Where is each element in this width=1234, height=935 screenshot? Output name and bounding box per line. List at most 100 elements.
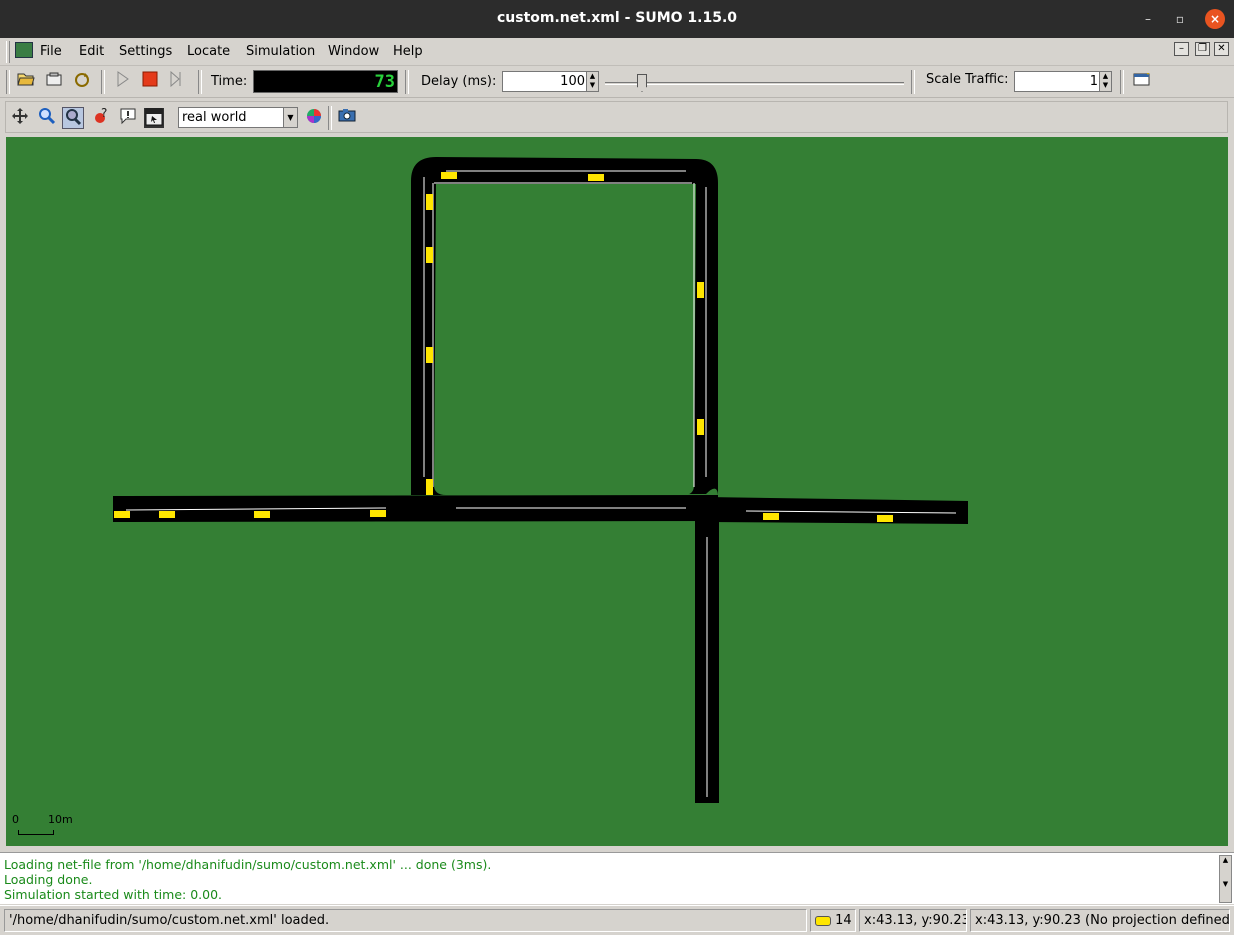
- toolbar-grip[interactable]: [6, 70, 10, 94]
- separator: [101, 70, 105, 94]
- simulation-toolbar: Time: 73 Delay (ms): ▲▼ Scale Traffic: ▲…: [0, 66, 1234, 98]
- vehicle[interactable]: [426, 479, 433, 495]
- separator: [328, 106, 332, 130]
- time-label: Time:: [211, 74, 248, 89]
- vehicle[interactable]: [426, 194, 433, 210]
- vehicle[interactable]: [426, 247, 433, 263]
- menu-file[interactable]: File: [40, 44, 62, 59]
- close-button[interactable]: ×: [1205, 9, 1225, 29]
- mdi-restore-button[interactable]: ❐: [1195, 42, 1210, 56]
- scale-traffic-label: Scale Traffic:: [926, 72, 1009, 87]
- menu-help-label: Help: [393, 44, 423, 59]
- cursor-geo-coords: x:43.13, y:90.23 (No projection defined): [970, 909, 1230, 932]
- slider-track: [605, 82, 904, 85]
- menu-window[interactable]: Window: [328, 44, 379, 59]
- loop-interior: [434, 184, 696, 495]
- scale-bar-line: [18, 830, 54, 835]
- reload-network-icon[interactable]: [43, 71, 65, 93]
- inspect-icon[interactable]: ?: [90, 106, 112, 129]
- step-icon[interactable]: [166, 70, 188, 93]
- scale-bar: 0 10m: [12, 813, 73, 839]
- vehicle-count-cell: 14: [810, 909, 856, 932]
- stop-icon[interactable]: [139, 71, 161, 93]
- menu-locate-label: Locate: [187, 44, 231, 59]
- menu-help[interactable]: Help: [393, 44, 423, 59]
- separator: [1120, 70, 1124, 94]
- log-line: Simulation started with time: 0.00.: [4, 887, 222, 902]
- vehicle[interactable]: [114, 511, 130, 518]
- minimize-button[interactable]: –: [1139, 10, 1157, 28]
- app-icon[interactable]: [15, 42, 33, 58]
- vehicle[interactable]: [697, 282, 704, 298]
- pan-icon[interactable]: [9, 107, 31, 129]
- window-title: custom.net.xml - SUMO 1.15.0: [496, 10, 738, 26]
- svg-text:?: ?: [101, 107, 107, 120]
- menu-settings[interactable]: Settings: [119, 44, 172, 59]
- vehicle[interactable]: [441, 172, 457, 179]
- menu-file-label: File: [40, 44, 62, 59]
- menu-edit[interactable]: Edit: [79, 44, 104, 59]
- vehicle[interactable]: [877, 515, 893, 522]
- time-value: 73: [374, 72, 395, 92]
- scale-bar-start: 0: [12, 813, 19, 826]
- color-wheel-icon[interactable]: [303, 107, 325, 129]
- chevron-down-icon[interactable]: ▼: [283, 108, 297, 127]
- scale-traffic-input[interactable]: [1015, 72, 1100, 91]
- cursor-coords: x:43.13, y:90.23: [859, 909, 967, 932]
- status-message: '/home/dhanifudin/sumo/custom.net.xml' l…: [4, 909, 807, 932]
- camera-icon[interactable]: [336, 107, 358, 129]
- vehicle[interactable]: [426, 347, 433, 363]
- delay-label: Delay (ms):: [421, 74, 497, 89]
- vehicle[interactable]: [159, 511, 175, 518]
- log-line: Loading net-file from '/home/dhanifudin/…: [4, 857, 492, 872]
- zoom-icon[interactable]: [36, 107, 58, 129]
- vehicle[interactable]: [763, 513, 779, 520]
- log-scrollbar[interactable]: ▲ ▼: [1219, 855, 1232, 903]
- separator: [405, 70, 409, 94]
- menu-simulation[interactable]: Simulation: [246, 44, 315, 59]
- play-icon[interactable]: [112, 71, 134, 93]
- status-bar: '/home/dhanifudin/sumo/custom.net.xml' l…: [0, 905, 1234, 935]
- delay-input[interactable]: [503, 72, 587, 91]
- vehicle[interactable]: [254, 511, 270, 518]
- scale-bar-end: 10m: [48, 813, 73, 826]
- vehicle[interactable]: [697, 419, 704, 435]
- mdi-close-button[interactable]: ✕: [1214, 42, 1229, 56]
- mdi-minimize-button[interactable]: –: [1174, 42, 1189, 56]
- menu-icon[interactable]: [144, 108, 164, 128]
- car-icon: [815, 915, 831, 926]
- reload-icon[interactable]: [71, 71, 93, 93]
- road-east: [706, 497, 968, 524]
- title-bar: custom.net.xml - SUMO 1.15.0 – ▫ ×: [0, 0, 1234, 38]
- delay-slider[interactable]: [605, 74, 904, 92]
- view-toolbar: ? real world ▼: [5, 101, 1228, 133]
- locate-icon[interactable]: [62, 107, 84, 129]
- vehicle[interactable]: [370, 510, 386, 517]
- folder-open-icon[interactable]: [15, 71, 37, 93]
- messages-icon[interactable]: [117, 107, 139, 129]
- viewport-scheme-select[interactable]: real world ▼: [178, 107, 298, 128]
- menu-locate[interactable]: Locate: [187, 44, 230, 59]
- log-line: Loading done.: [4, 872, 93, 887]
- menu-edit-label: Edit: [79, 44, 105, 59]
- time-display: 73: [253, 70, 398, 93]
- slider-thumb[interactable]: [637, 74, 647, 92]
- viewport-scheme-value: real world: [182, 110, 247, 125]
- menu-bar: File Edit Settings Locate Simulation Win…: [0, 38, 1234, 66]
- separator: [198, 70, 202, 94]
- scale-spin-arrows[interactable]: ▲ ▼: [1099, 72, 1111, 91]
- vehicle-count: 14: [835, 913, 852, 928]
- delay-spinner[interactable]: ▲▼: [502, 71, 599, 92]
- delay-spin-arrows[interactable]: ▲ ▼: [586, 72, 598, 91]
- menu-simulation-label: Simulation: [246, 44, 316, 59]
- menu-settings-label: Settings: [119, 44, 173, 59]
- simulation-canvas[interactable]: 0 10m: [6, 137, 1228, 846]
- maximize-button[interactable]: ▫: [1171, 10, 1189, 28]
- scale-traffic-spinner[interactable]: ▲▼: [1014, 71, 1112, 92]
- new-view-icon[interactable]: [1131, 71, 1153, 93]
- separator: [911, 70, 915, 94]
- message-log[interactable]: Loading net-file from '/home/dhanifudin/…: [0, 852, 1234, 904]
- menu-grip[interactable]: [6, 41, 10, 63]
- vehicle[interactable]: [588, 174, 604, 181]
- menu-window-label: Window: [328, 44, 380, 59]
